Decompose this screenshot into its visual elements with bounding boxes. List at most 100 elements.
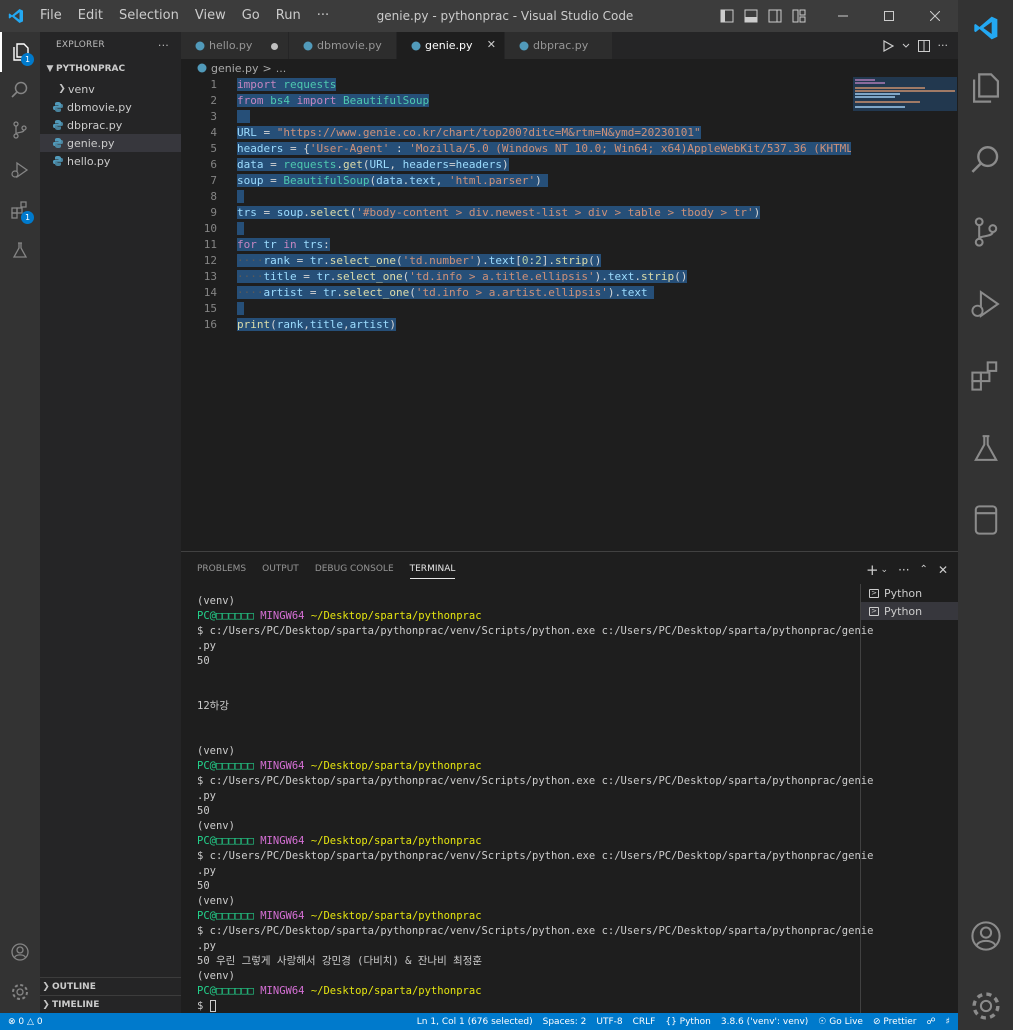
- terminal-instance[interactable]: > Python: [861, 602, 958, 620]
- code-line-3: [237, 109, 251, 125]
- testing-activity[interactable]: [0, 230, 40, 270]
- term-line: (venv): [197, 970, 235, 982]
- code-line-14: ····artist = tr.select_one('td.info > a.…: [237, 285, 655, 301]
- maximize-panel-icon[interactable]: ⌃: [920, 564, 928, 575]
- menu-edit[interactable]: Edit: [70, 0, 111, 32]
- encoding[interactable]: UTF-8: [596, 1017, 622, 1027]
- minimap[interactable]: [851, 77, 958, 551]
- line-number: 2: [210, 94, 217, 107]
- go-live[interactable]: ☉ Go Live: [818, 1017, 863, 1027]
- code-line-13: ····title = tr.select_one('td.info > a.t…: [237, 270, 688, 283]
- split-editor-icon[interactable]: [917, 39, 930, 52]
- tab-dbprac[interactable]: dbprac.py: [505, 32, 613, 59]
- tab-output[interactable]: OUTPUT: [254, 552, 307, 587]
- toggle-secondary-sidebar-icon[interactable]: [768, 9, 782, 23]
- menu-go[interactable]: Go: [234, 0, 268, 32]
- close-window-button[interactable]: [912, 0, 958, 32]
- term-line: (venv): [197, 745, 235, 757]
- chevron-down-icon[interactable]: ⌄: [881, 565, 889, 575]
- customize-layout-icon[interactable]: [792, 9, 806, 23]
- line-number: 13: [203, 270, 217, 283]
- search-activity[interactable]: [0, 70, 40, 110]
- breadcrumb-trail[interactable]: ...: [276, 62, 287, 75]
- tree-item-venv[interactable]: ❯ venv: [40, 80, 181, 98]
- tree-item-dbprac[interactable]: dbprac.py: [40, 116, 181, 134]
- line-number: 7: [210, 174, 217, 187]
- toggle-sidebar-icon[interactable]: [720, 9, 734, 23]
- terminal-output[interactable]: (venv) PC@□□□□□□ MINGW64 ~/Desktop/spart…: [197, 594, 873, 1014]
- problems-status[interactable]: ⊗ 0 △ 0: [8, 1017, 43, 1027]
- manage-activity[interactable]: [0, 972, 40, 1012]
- new-terminal-icon[interactable]: +: [866, 561, 879, 579]
- language-mode[interactable]: {} Python: [665, 1017, 711, 1027]
- explorer-activity[interactable]: 1: [0, 32, 40, 72]
- tab-terminal[interactable]: TERMINAL: [402, 552, 464, 587]
- line-number: 8: [210, 190, 217, 203]
- line-ending[interactable]: CRLF: [633, 1017, 656, 1027]
- menu-view[interactable]: View: [187, 0, 234, 32]
- run-debug-activity[interactable]: [0, 150, 40, 190]
- files-icon[interactable]: [958, 64, 1013, 112]
- tree-item-dbmovie[interactable]: dbmovie.py: [40, 98, 181, 116]
- source-control-activity[interactable]: [0, 110, 40, 150]
- maximize-button[interactable]: [866, 0, 912, 32]
- prettier[interactable]: ⊘ Prettier: [873, 1017, 917, 1027]
- menu-selection[interactable]: Selection: [111, 0, 187, 32]
- extensions-activity[interactable]: 1: [0, 190, 40, 230]
- gear-icon: [12, 984, 28, 1000]
- tab-debug-console[interactable]: DEBUG CONSOLE: [307, 552, 402, 587]
- indentation[interactable]: Spaces: 2: [543, 1017, 587, 1027]
- tree-item-hello[interactable]: hello.py: [40, 152, 181, 170]
- close-tab-icon[interactable]: ✕: [487, 38, 496, 51]
- terminal-instance[interactable]: > Python: [861, 584, 958, 602]
- accounts-activity[interactable]: [0, 932, 40, 972]
- tab-dbmovie[interactable]: dbmovie.py: [289, 32, 397, 59]
- extensions-icon[interactable]: [958, 352, 1013, 400]
- tree-item-genie[interactable]: genie.py: [40, 134, 181, 152]
- folder-pythonprac[interactable]: ▼ PYTHONPRAC: [40, 58, 181, 80]
- tab-label: genie.py: [425, 39, 473, 52]
- breadcrumb-file[interactable]: genie.py: [211, 62, 259, 75]
- code-editor[interactable]: 1 2 3 4 5 6 7 8 9 10 11 12 13 14 15 16 i…: [181, 77, 860, 551]
- feedback-icon[interactable]: ☍: [927, 1017, 936, 1027]
- run-debug-icon[interactable]: [958, 280, 1013, 328]
- gear-icon[interactable]: [958, 982, 1013, 1030]
- source-control-icon[interactable]: [958, 208, 1013, 256]
- close-panel-icon[interactable]: ✕: [938, 563, 948, 577]
- minimize-button[interactable]: [820, 0, 866, 32]
- window-title: genie.py - pythonprac - Visual Studio Co…: [376, 9, 634, 23]
- term-line: 50: [197, 805, 210, 817]
- tab-problems[interactable]: PROBLEMS: [189, 552, 254, 587]
- explorer-more-button[interactable]: ···: [158, 39, 169, 52]
- line-number: 15: [203, 302, 217, 315]
- braces-icon: {}: [665, 1016, 677, 1027]
- python-file-icon: [53, 102, 63, 112]
- tree-item-label: dbmovie.py: [67, 100, 132, 114]
- toggle-panel-icon[interactable]: [744, 9, 758, 23]
- code-line-6: data = requests.get(URL, headers=headers…: [237, 158, 509, 171]
- search-icon[interactable]: [958, 136, 1013, 184]
- timeline-label: TIMELINE: [52, 999, 100, 1010]
- status-right: Ln 1, Col 1 (676 selected) Spaces: 2 UTF…: [417, 1013, 950, 1030]
- tab-genie[interactable]: genie.py ✕: [397, 32, 505, 59]
- timeline-section[interactable]: ❯ TIMELINE: [40, 995, 181, 1013]
- term-line: .py: [197, 790, 216, 802]
- editor-more-button[interactable]: ···: [938, 39, 949, 52]
- panel-more-button[interactable]: ···: [898, 563, 909, 577]
- remote-explorer-icon[interactable]: [958, 496, 1013, 544]
- account-icon[interactable]: [958, 912, 1013, 960]
- outline-section[interactable]: ❯ OUTLINE: [40, 977, 181, 995]
- python-interpreter[interactable]: 3.8.6 ('venv': venv): [721, 1017, 808, 1027]
- notifications-bell-icon[interactable]: ♯: [946, 1017, 950, 1027]
- run-file-icon[interactable]: [882, 39, 894, 52]
- tab-hello[interactable]: hello.py: [181, 32, 289, 59]
- chevron-down-icon[interactable]: [902, 42, 910, 50]
- menu-run[interactable]: Run: [268, 0, 309, 32]
- unsaved-dot-icon[interactable]: [271, 43, 278, 50]
- broadcast-icon: ☉: [818, 1016, 827, 1027]
- line-number: 3: [210, 110, 217, 123]
- flask-icon[interactable]: [958, 424, 1013, 472]
- explorer-title: EXPLORER: [56, 40, 105, 50]
- cursor-position[interactable]: Ln 1, Col 1 (676 selected): [417, 1017, 533, 1027]
- menu-file[interactable]: File: [32, 0, 70, 32]
